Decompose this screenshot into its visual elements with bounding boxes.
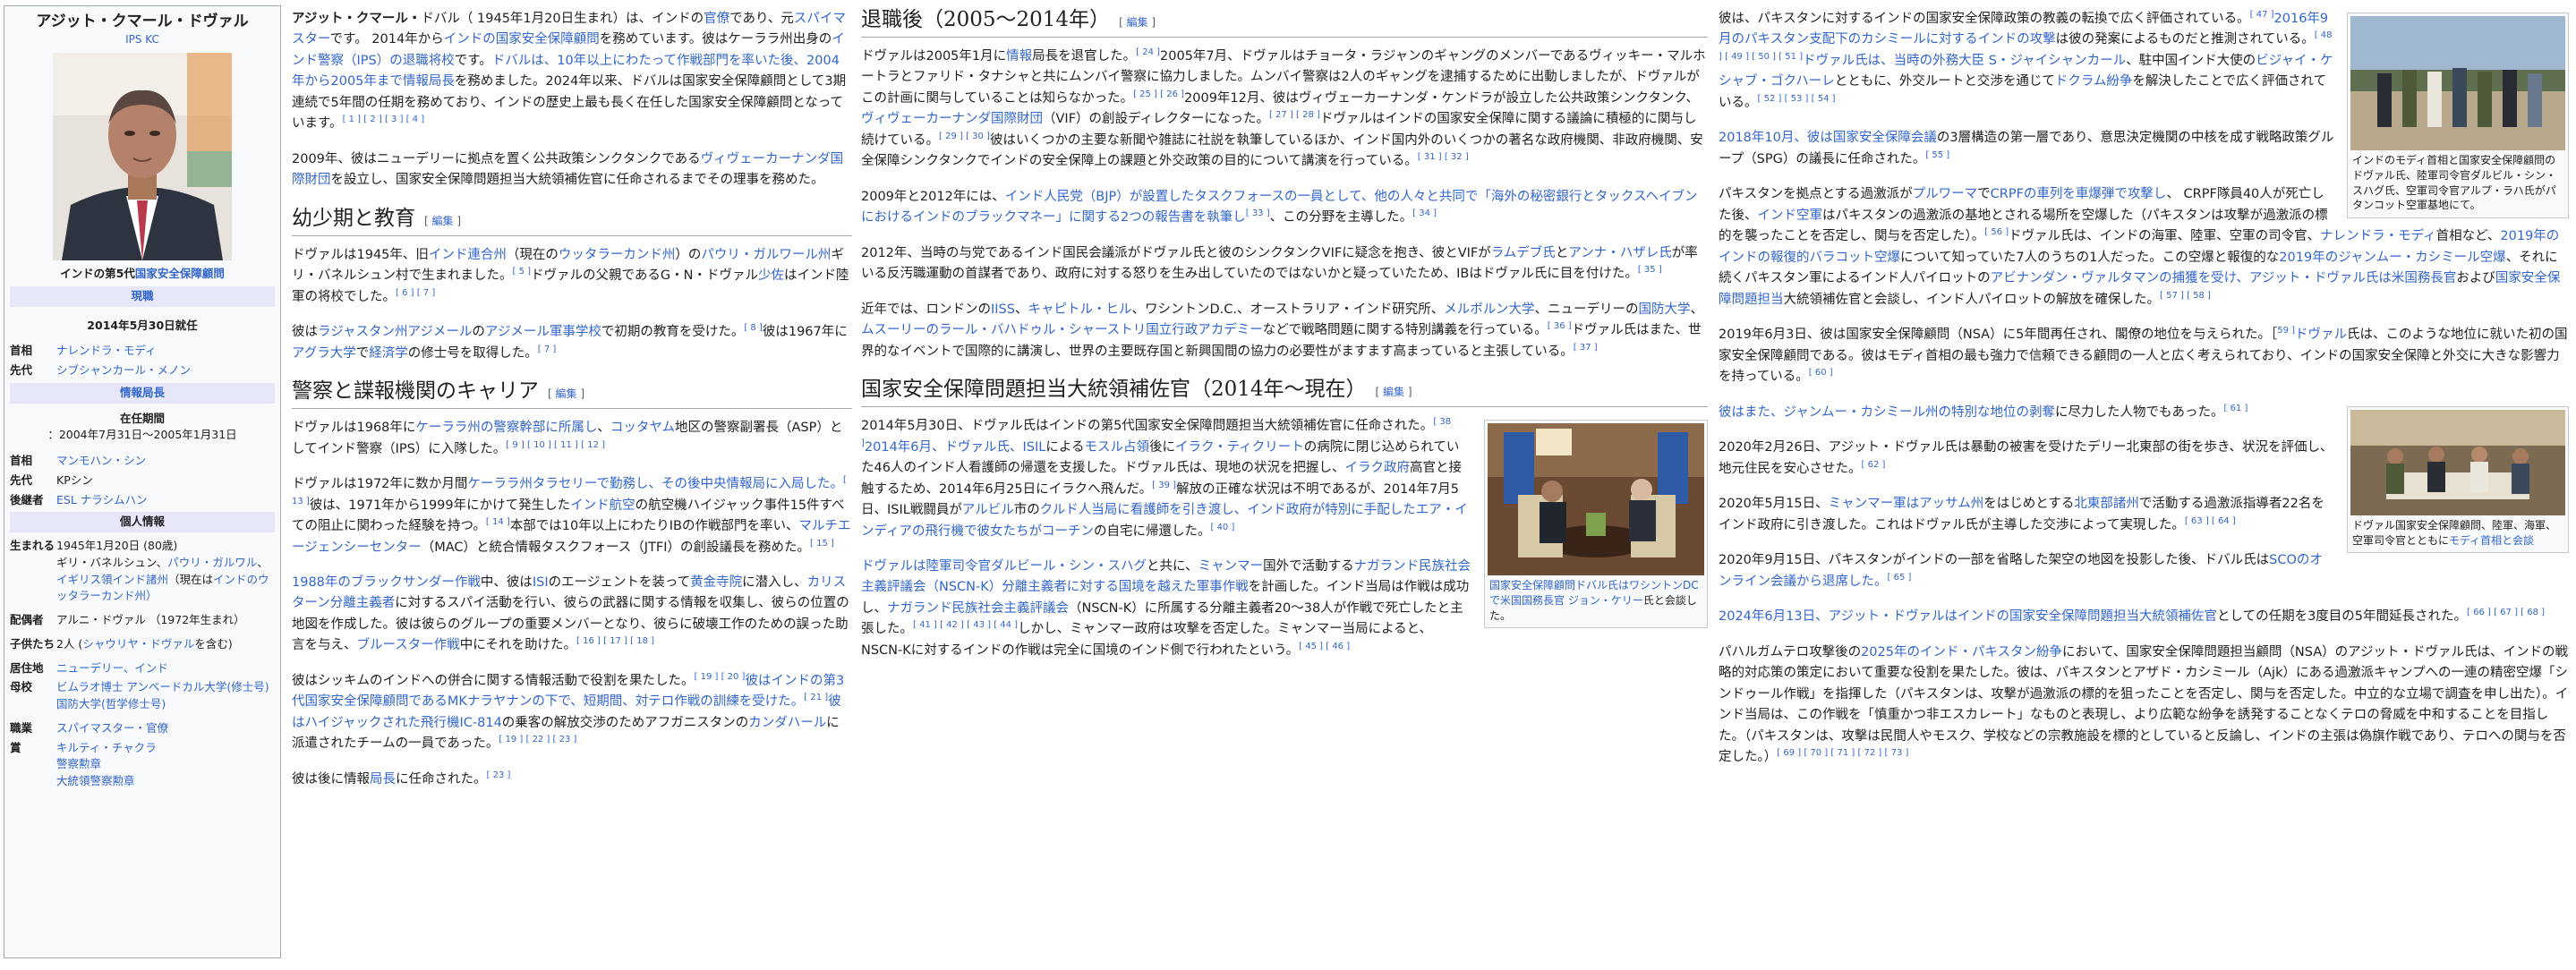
thumbnail-caption: ドヴァル国家安全保障顧問、陸軍、海軍、空軍司令官とともにモディ首相と会談 (2352, 518, 2557, 547)
c3-paragraph-10: パハルガムテロ攻撃後の2025年のインド・パキスタン紛争において、国家安全保障問… (1719, 644, 2569, 765)
retire-paragraph-3: 2012年、当時の与党であるインド国民会議派がドヴァル氏と彼のシンクタンクVIF… (861, 245, 1698, 282)
infobox: アジット・クマール・ドヴァル IPS KC インドの第5代国家安全保障顧問 現職… (4, 5, 281, 958)
thumbnail-caption: インドのモディ首相と国家安全保障顧問のドヴァル氏、陸軍司令官ダルビル・シン・スハ… (2352, 154, 2557, 212)
article-column-2: 退職後（2005〜2014年）[ 編集 ] ドヴァルは2005年1月に情報局長を… (861, 2, 1708, 676)
heading-nsa: 国家安全保障問題担当大統領補佐官（2014年〜現在）[ 編集 ] (861, 377, 1708, 408)
photo-modi-meeting (2350, 409, 2565, 515)
early-paragraph-2: 彼はラジャスタン州アジメールのアジメール軍事学校で初期の教育を受けた。[ 8 ]… (292, 323, 848, 361)
retire-paragraph-1: ドヴァルは2005年1月に情報局長を退官した。[ 24 ]2005年7月、ドヴァ… (861, 47, 1706, 169)
row-children: 子供たち 2人 (シャウリヤ・ドヴァルを含む) (10, 636, 233, 651)
c3-paragraph-8: 2020年9月15日、パキスタンがインドの一部を省略した架空の地図を投影した後、… (1719, 553, 2323, 589)
c3-paragraph-9: 2024年6月13日、アジット・ドヴァルはインドの国家安全保障問題担当大統領補佐… (1719, 608, 2546, 625)
police-paragraph-2: ドヴァルは1972年に数か月間ケーララ州タラセリーで勤務し、その後中央情報局に入… (292, 475, 851, 555)
police-paragraph-5: 彼は後に情報局長に任命された。[ 23 ] (292, 770, 511, 787)
article-column-3: インドのモディ首相と国家安全保障顧問のドヴァル氏、陸軍司令官ダルビル・シン・スハ… (1719, 9, 2569, 783)
article-column-1: アジット・クマール・ドバル（ 1945年1月20日生まれ）は、インドの官僚であり… (292, 9, 852, 804)
incumbent-band[interactable]: 現職 (10, 285, 275, 307)
lead-paragraph-2: 2009年、彼はニューデリーに拠点を置く公共政策シンクタンクであるヴィヴェーカー… (292, 151, 844, 188)
row-spouse: 配偶者 アルニ・ドヴァル （1972年生まれ） (10, 613, 245, 627)
heading-early-life: 幼少期と教育[ 編集 ] (292, 206, 852, 236)
row-alma-mater: 母校 ビムラオ博士 アンベードカル大学(修士号) 国防大学(哲学修士号) (10, 680, 269, 711)
edit-link[interactable]: 編集 (1383, 386, 1404, 398)
row-residence: 居住地 ニューデリー、インド (10, 660, 168, 675)
intel-chief-band[interactable]: 情報局長 (10, 382, 275, 404)
early-paragraph-1: ドヴァルは1945年、旧インド連合州（現在のウッタラーカンド州）のパウリ・ガルワ… (292, 247, 849, 304)
infobox-post-caption: インドの第5代国家安全保障顧問 (60, 267, 225, 281)
heading-retirement: 退職後（2005〜2014年）[ 編集 ] (861, 7, 1708, 38)
thumbnail-pathankot[interactable]: インドのモディ首相と国家安全保障顧問のドヴァル氏、陸軍司令官ダルビル・シン・スハ… (2347, 13, 2569, 219)
retire-paragraph-4: 近年では、ロンドンのIISS、キャピトル・ヒル、ワシントンD.C.、オーストラリ… (861, 302, 1703, 359)
edit-link[interactable]: 編集 (1127, 16, 1148, 29)
meeting-photo-image (1488, 423, 1704, 576)
lead-paragraph-1: アジット・クマール・ドバル（ 1945年1月20日生まれ）は、インドの官僚であり… (292, 12, 847, 132)
pathankot-photo-image (2350, 16, 2565, 150)
thumbnail-modi-meeting[interactable]: ドヴァル国家安全保障顧問、陸軍、海軍、空軍司令官とともにモディ首相と会談 (2347, 405, 2569, 554)
edit-link[interactable]: 編集 (556, 387, 577, 400)
term-period: ：2004年7月31日〜2005年1月31日 (47, 428, 237, 442)
portrait-image (53, 53, 232, 261)
infobox-title: アジット・クマール・ドヴァル (36, 13, 249, 30)
row-prime-minister: 首相 ナレンドラ・モディ (10, 344, 157, 358)
row-awards: 賞 キルティ・チャクラ 警察勲章 大統領警察勲章 (10, 740, 157, 788)
heading-police-career: 警察と諜報機関のキャリア[ 編集 ] (292, 379, 852, 410)
row-predecessor-2: 先代 KPシン (10, 472, 93, 487)
modi-meeting-photo-image (2350, 409, 2565, 515)
term-start: 2014年5月30日就任 (87, 318, 198, 332)
police-paragraph-1: ドヴァルは1968年にケーララ州の警察幹部に所属し、コッタヤム地区の警察副署長（… (292, 421, 843, 456)
thumbnail-caption: 国家安全保障顧問ドバル氏はワシントンDCで米国国務長官 ジョン・ケリー氏と会談し… (1489, 579, 1699, 622)
personal-info-band: 個人情報 (10, 512, 275, 533)
term-label: 在任期間 (119, 411, 165, 425)
row-predecessor: 先代 シブシャンカール・メノン (10, 363, 192, 378)
photo-pathankot (2350, 16, 2565, 150)
retire-paragraph-2: 2009年と2012年には、インド人民党（BJP）が設置したタスクフォースの一員… (861, 189, 1698, 225)
police-paragraph-4: 彼はシッキムのインドへの併合に関する情報活動で役割を果たした。[ 19 ] [ … (292, 672, 845, 752)
edit-link[interactable]: 編集 (432, 215, 454, 227)
row-occupation: 職業 スパイマスター・官僚 (10, 720, 169, 735)
row-born: 生まれる 1945年1月20日 (80歳) ギリ・バネルシュン、パウリ・ガルワル… (10, 539, 269, 603)
row-prime-minister-2: 首相 マンモハン・シン (10, 454, 147, 468)
police-paragraph-3: 1988年のブラックサンダー作戦中、彼はISIのエージェントを装って黄金寺院に潜… (292, 574, 849, 653)
infobox-subtitle[interactable]: IPS KC (10, 31, 275, 47)
photo-kerry-meeting (1488, 423, 1704, 576)
row-successor: 後継者 ESL ナラシムハン (10, 492, 148, 506)
c3-paragraph-4: 2019年6月3日、彼は国家安全保障顧問（NSA）に5年間再任され、閣僚の地位を… (1719, 326, 2568, 385)
nsa-link[interactable]: 国家安全保障顧問 (135, 267, 225, 280)
thumbnail-kerry-meeting[interactable]: 国家安全保障顧問ドバル氏はワシントンDCで米国国務長官 ジョン・ケリー氏と会談し… (1484, 420, 1708, 629)
portrait-photo[interactable] (53, 53, 232, 261)
